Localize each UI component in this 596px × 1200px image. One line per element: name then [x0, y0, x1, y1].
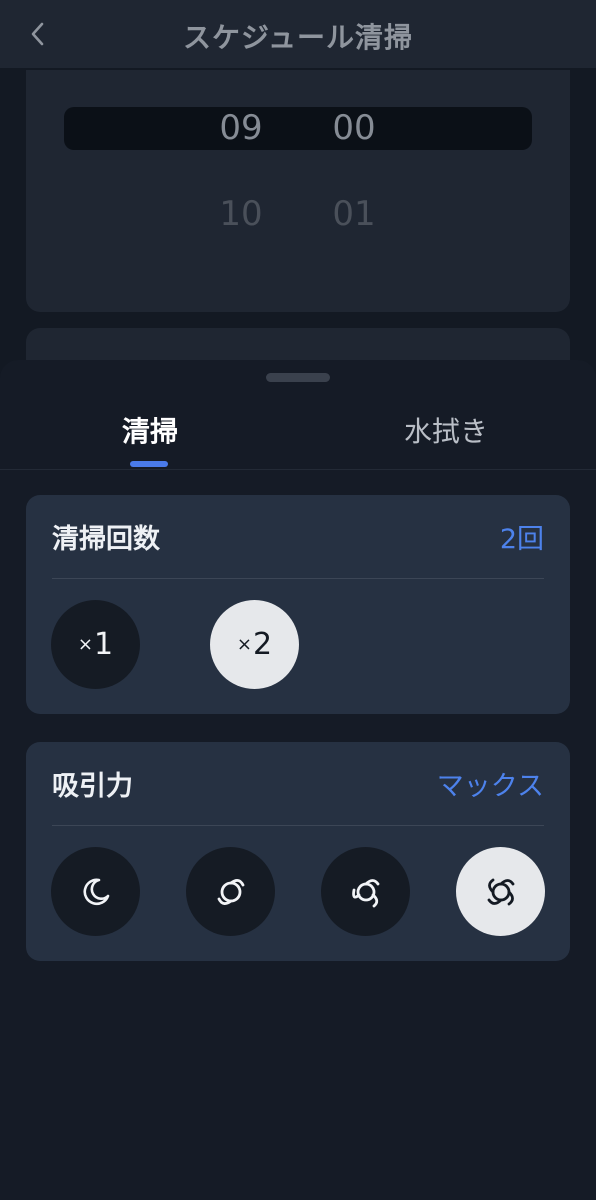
moon-icon — [83, 878, 109, 905]
tab-divider — [0, 469, 596, 470]
tab-bar: 清掃 水拭き — [0, 410, 596, 470]
fan-strong-icon — [351, 878, 379, 907]
bottom-sheet: 清掃 水拭き 清掃回数 2回 × 1 × 2 吸引力 マックス — [0, 360, 596, 1200]
divider — [52, 578, 544, 579]
selected-minute[interactable]: 00 — [314, 108, 394, 148]
header: スケジュール清掃 — [0, 0, 596, 68]
tab-clean[interactable]: 清掃 — [60, 410, 240, 450]
page-title: スケジュール清掃 — [182, 21, 414, 54]
suction-standard-button[interactable] — [186, 847, 275, 936]
tab-active-indicator — [130, 461, 168, 467]
time-picker[interactable]: 09 00 10 01 — [26, 70, 570, 312]
count-2-label: 2 — [253, 627, 273, 662]
suction-value: マックス — [436, 771, 544, 802]
clean-count-value: 2回 — [499, 524, 544, 555]
fan-max-icon — [487, 878, 514, 905]
suction-max-button[interactable] — [456, 847, 545, 936]
sheet-drag-handle[interactable] — [266, 373, 330, 382]
suction-strong-button[interactable] — [321, 847, 410, 936]
count-1-label: 1 — [94, 627, 114, 662]
selected-hour[interactable]: 09 — [201, 108, 281, 148]
tab-mop[interactable]: 水拭き — [356, 410, 536, 450]
next-minute[interactable]: 01 — [314, 194, 394, 234]
suction-title: 吸引力 — [52, 771, 133, 802]
count-2-button[interactable]: × 2 — [210, 600, 299, 689]
times-icon: × — [77, 634, 93, 655]
suction-card: 吸引力 マックス — [26, 742, 570, 961]
time-picker-highlight — [64, 107, 532, 150]
next-hour[interactable]: 10 — [201, 194, 281, 234]
clean-count-card: 清掃回数 2回 × 1 × 2 — [26, 495, 570, 714]
fan-standard-icon — [217, 878, 244, 905]
count-1-button[interactable]: × 1 — [51, 600, 140, 689]
times-icon: × — [236, 634, 252, 655]
clean-count-title: 清掃回数 — [52, 524, 160, 555]
divider — [52, 825, 544, 826]
suction-quiet-button[interactable] — [51, 847, 140, 936]
